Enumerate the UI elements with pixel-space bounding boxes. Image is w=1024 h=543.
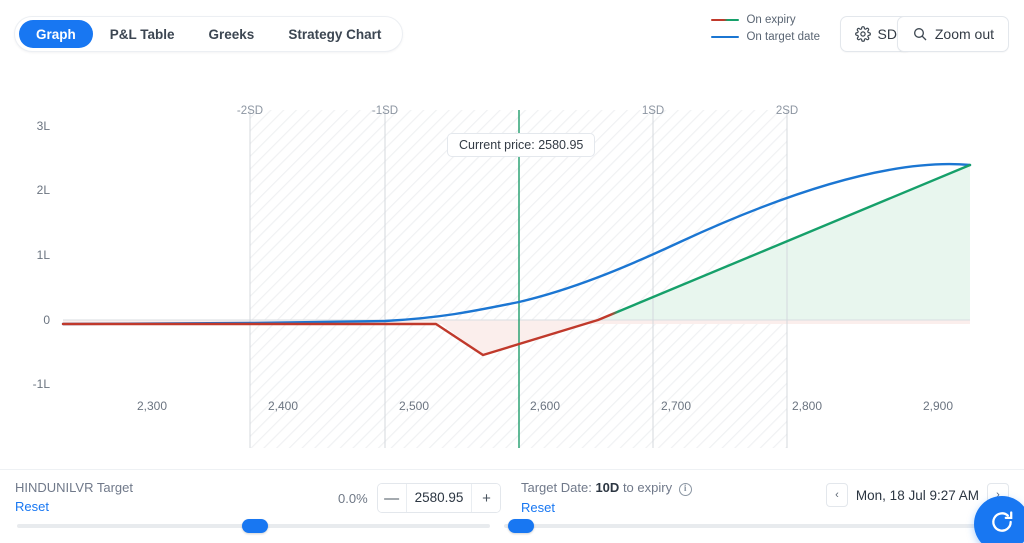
sd-label-minus1: -1SD [372,105,398,117]
target-date-label: Target Date: 10D to expiry i [521,480,692,496]
chevron-left-icon[interactable]: ‹ [825,483,848,507]
underlying-reset-link[interactable]: Reset [15,499,49,514]
legend-line-icon-on-expiry [711,18,740,22]
payoff-chart-svg: -2SD -1SD 1SD 2SD 3L 2L 1L 0 -1L 2,300 2… [33,105,972,448]
target-price-decrement-button[interactable]: — [377,484,406,512]
refresh-fab-button[interactable] [974,496,1024,543]
underlying-target-label: HINDUNILVR Target [15,480,133,495]
legend-label-on-expiry: On expiry [746,14,796,26]
info-icon[interactable]: i [678,483,692,496]
x-tick-2700: 2,700 [661,399,691,413]
target-price-stepper-group: 0.0% — 2580.95 + [338,483,502,513]
y-tick-min1l: -1L [33,377,51,391]
tab-graph[interactable]: Graph [19,20,93,48]
refresh-icon [989,509,1015,540]
sd-label-plus2: 2SD [776,105,798,117]
tab-greeks[interactable]: Greeks [192,20,272,48]
sd-label-plus1: 1SD [642,105,664,117]
target-date-label-text: Target Date: [521,480,592,495]
target-date-days: 10D [595,480,620,495]
top-toolbar: Graph P&L Table Greeks Strategy Chart On… [0,0,1024,62]
legend-line-icon-on-target-date [711,35,740,39]
target-price-slider-thumb[interactable] [242,519,268,533]
sd-button-label: SD [877,26,897,42]
y-tick-1l: 1L [37,248,51,262]
selected-date-text: Mon, 18 Jul 9:27 AM [855,487,979,503]
view-tabs: Graph P&L Table Greeks Strategy Chart [14,16,404,52]
tab-pl-table[interactable]: P&L Table [93,20,192,48]
y-tick-zero: 0 [43,313,50,327]
tab-strategy-chart[interactable]: Strategy Chart [271,20,398,48]
target-date-control: Target Date: 10D to expiry i Reset [521,480,692,517]
legend-item-on-expiry: On expiry [711,14,820,26]
x-tick-2600: 2,600 [530,399,560,413]
y-tick-3l: 3L [37,119,51,133]
target-date-slider-track[interactable] [504,524,1009,528]
chart-legend: On expiry On target date [711,14,820,43]
bottom-control-bar: HINDUNILVR Target Reset 0.0% — 2580.95 +… [0,469,1024,543]
x-tick-2800: 2,800 [792,399,822,413]
target-price-increment-button[interactable]: + [472,484,501,512]
x-tick-2400: 2,400 [268,399,298,413]
underlying-target-control: HINDUNILVR Target Reset [15,480,133,516]
zoom-out-button[interactable]: Zoom out [896,16,1009,52]
legend-label-on-target-date: On target date [746,31,820,43]
x-tick-2300: 2,300 [137,399,167,413]
zoom-out-button-label: Zoom out [934,26,994,42]
y-tick-2l: 2L [37,183,51,197]
payoff-chart[interactable]: -2SD -1SD 1SD 2SD 3L 2L 1L 0 -1L 2,300 2… [0,62,1024,504]
current-price-text: Current price: 2580.95 [459,138,584,152]
target-date-slider-thumb[interactable] [508,519,534,533]
current-price-tooltip: Current price: 2580.95 [447,133,596,157]
percent-change-value: 0.0% [338,490,368,506]
quantity-stepper: — 2580.95 + [376,483,502,513]
sd-label-minus2: -2SD [237,105,263,117]
target-date-slider[interactable] [504,519,1009,533]
gear-icon [854,26,871,42]
x-tick-2900: 2,900 [923,399,953,413]
strategy-builder-payoff-screen: Graph P&L Table Greeks Strategy Chart On… [0,0,1024,543]
search-icon [912,26,928,42]
target-date-reset-link[interactable]: Reset [521,500,555,515]
target-date-suffix: to expiry [622,480,673,495]
x-tick-2500: 2,500 [399,399,429,413]
target-price-value[interactable]: 2580.95 [405,484,473,512]
legend-item-on-target-date: On target date [711,31,820,43]
target-price-slider[interactable] [17,519,490,533]
